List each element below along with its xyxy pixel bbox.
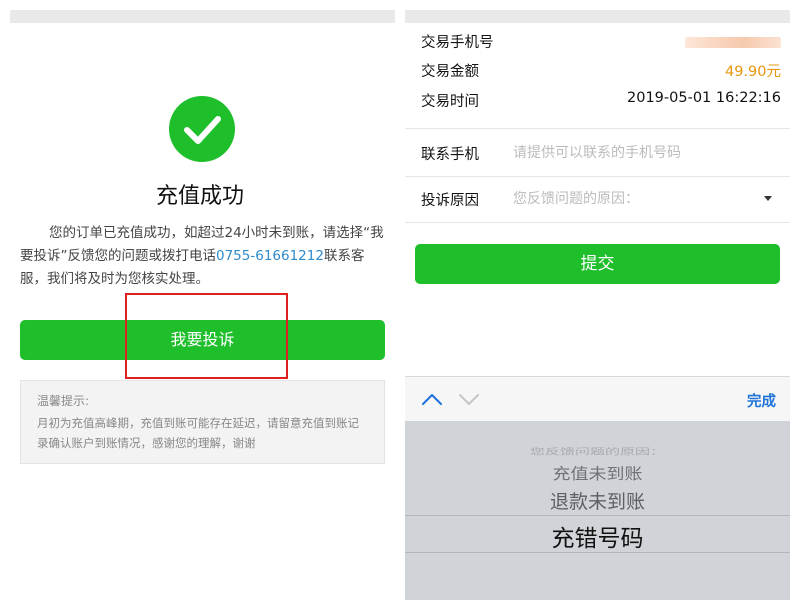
trade-phone-label: 交易手机号 — [421, 35, 494, 51]
picker-selection-line — [405, 515, 790, 516]
page-title: 充值成功 — [155, 184, 244, 209]
caret-down-icon[interactable] — [764, 196, 772, 201]
masked-phone-value — [685, 37, 781, 48]
trade-time-value: 2019-05-01 16:22:16 — [627, 90, 781, 106]
contact-phone-label: 联系手机 — [421, 147, 479, 163]
status-bar-strip — [405, 10, 790, 23]
submit-button[interactable]: 提交 — [415, 244, 780, 284]
tip-box: 温馨提示: 月初为充值高峰期，充值到账可能存在延迟，请留意充值到账记录确认账户到… — [20, 380, 385, 464]
trade-time-label: 交易时间 — [421, 94, 479, 110]
service-phone-link[interactable]: 0755-61661212 — [216, 248, 324, 264]
complaint-reason-label: 投诉原因 — [421, 193, 479, 209]
picker-option[interactable]: 退款未到账 — [405, 487, 790, 514]
divider — [405, 128, 790, 129]
trade-amount-value: 49.90元 — [724, 64, 781, 80]
reason-picker-wheel[interactable]: 您反馈问题的原因： 充值未到账 退款未到账 充错号码 — [405, 421, 790, 600]
chevron-down-icon[interactable] — [458, 389, 480, 409]
complain-button[interactable]: 我要投诉 — [20, 320, 385, 360]
tip-text: 月初为充值高峰期，充值到账可能存在延迟，请留意充值到账记录确认账户到账情况，感谢… — [37, 416, 359, 450]
picker-option[interactable]: 充值未到账 — [405, 462, 790, 484]
trade-phone-row: 交易手机号 — [421, 31, 781, 55]
success-panel: 充值成功 您的订单已充值成功，如超过24小时未到账，请选择“我要投诉”反馈您的问… — [0, 0, 400, 600]
divider — [405, 222, 790, 223]
complaint-form-panel: 交易手机号 交易金额 49.90元 交易时间 2019-05-01 16:22:… — [405, 0, 800, 600]
check-circle-icon — [169, 96, 235, 162]
contact-phone-row: 联系手机 请提供可以联系的手机号码 — [405, 130, 790, 176]
trade-time-row: 交易时间 2019-05-01 16:22:16 — [421, 90, 781, 114]
complaint-reason-row[interactable]: 投诉原因 您反馈问题的原因： — [405, 176, 790, 222]
picker-selection-line — [405, 552, 790, 553]
done-button[interactable]: 完成 — [747, 390, 776, 411]
trade-amount-label: 交易金额 — [421, 64, 479, 80]
trade-amount-row: 交易金额 49.90元 — [421, 60, 781, 84]
chevron-up-icon[interactable] — [421, 389, 443, 409]
picker-option[interactable]: 您反馈问题的原因： — [405, 446, 790, 458]
complaint-reason-select[interactable]: 您反馈问题的原因： — [513, 188, 639, 208]
picker-option-selected[interactable]: 充错号码 — [405, 519, 790, 553]
contact-phone-input[interactable]: 请提供可以联系的手机号码 — [513, 142, 681, 162]
tip-title: 温馨提示: — [37, 394, 90, 408]
status-bar-strip — [10, 10, 395, 23]
picker-toolbar: 完成 — [405, 376, 790, 421]
success-description: 您的订单已充值成功，如超过24小时未到账，请选择“我要投诉”反馈您的问题或拨打电… — [20, 222, 385, 291]
